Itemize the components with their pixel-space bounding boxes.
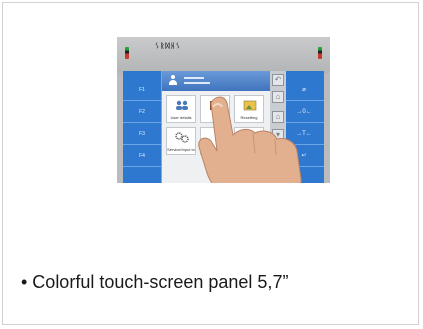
menu-tile-label: Service/Input to	[167, 147, 195, 152]
function-key-f4: F4	[123, 145, 161, 167]
feature-caption: • Colorful touch-screen panel 5,7”	[21, 272, 289, 292]
status-led-left-icon	[125, 47, 129, 59]
menu-tile-user-details: User details	[166, 95, 196, 123]
user-icon	[168, 75, 178, 87]
function-key-f2: F2	[123, 101, 161, 123]
gears-icon	[175, 132, 189, 143]
menu-header	[162, 71, 272, 91]
function-key-f1: F1	[123, 79, 161, 101]
product-card: ᛊᚱᛞᚺᛊ F1 F2 F3 F4 ⌀ →0← →T← ↵ User detai…	[2, 2, 419, 325]
back-arrow-icon: ↶	[272, 74, 284, 86]
function-key-f3: F3	[123, 123, 161, 145]
status-led-right-icon	[318, 47, 322, 59]
menu-header-line	[184, 77, 204, 79]
device-top-bezel: ᛊᚱᛞᚺᛊ	[117, 37, 330, 73]
users-icon	[176, 100, 188, 110]
touch-panel-photo: ᛊᚱᛞᚺᛊ F1 F2 F3 F4 ⌀ →0← →T← ↵ User detai…	[117, 37, 330, 183]
hand-image	[198, 96, 302, 183]
menu-tile-label: User details	[170, 115, 192, 120]
menu-tile-service: Service/Input to	[166, 127, 196, 155]
device-logo: ᛊᚱᛞᚺᛊ	[155, 42, 181, 50]
menu-header-line	[184, 82, 210, 84]
